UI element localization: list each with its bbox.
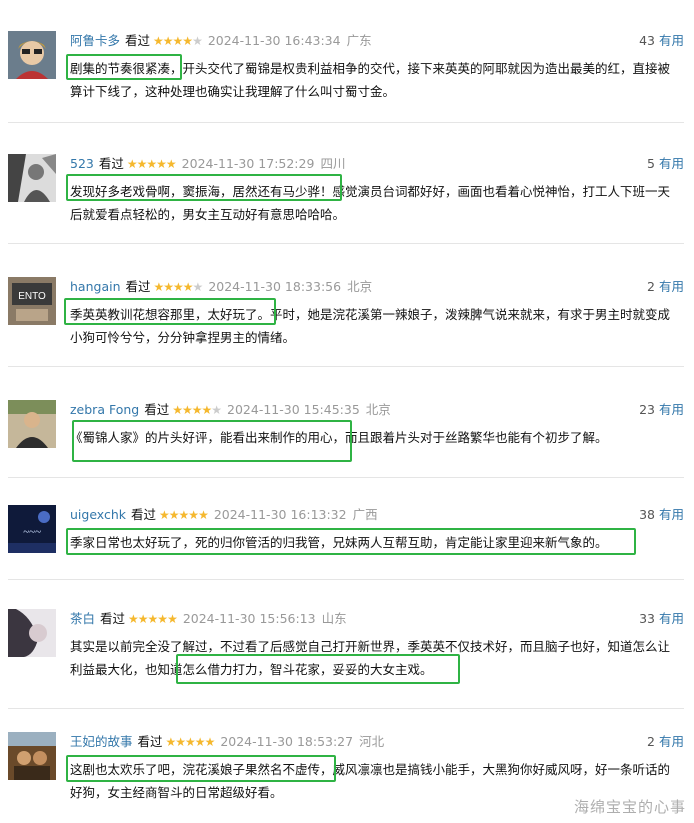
svg-text:ENTO: ENTO bbox=[18, 291, 46, 302]
username-link[interactable]: 阿鲁卡多 bbox=[70, 33, 120, 48]
useful-vote[interactable]: 33 有用 bbox=[639, 609, 684, 629]
review-time: 2024-11-30 15:56:13 bbox=[182, 611, 316, 626]
useful-vote[interactable]: 2 有用 bbox=[647, 732, 684, 752]
divider bbox=[8, 243, 684, 244]
watched-label: 看过 bbox=[144, 402, 170, 417]
username-link[interactable]: zebra Fong bbox=[70, 402, 139, 417]
divider bbox=[8, 122, 684, 123]
watched-label: 看过 bbox=[98, 156, 124, 171]
useful-button[interactable]: 有用 bbox=[659, 402, 684, 417]
avatar[interactable]: ~~~ bbox=[8, 505, 56, 553]
review-location: 河北 bbox=[359, 734, 385, 749]
star-rating: ★★★★★ bbox=[159, 508, 209, 522]
divider bbox=[8, 579, 684, 580]
review-location: 广东 bbox=[346, 33, 372, 48]
review-content: 其实是以前完全没了解过，不过看了后感觉自己打开新世界，季英英不仅技术好，而且脑子… bbox=[70, 639, 671, 677]
review-content: 《蜀锦人家》的片头好评，能看出来制作的用心，而且跟着片头对于丝路繁华也能有个初步… bbox=[70, 430, 608, 445]
review-content: 发现好多老戏骨啊，窦振海，居然还有马少骅！感觉演员台词都好好，画面也看着心悦神怡… bbox=[70, 184, 671, 222]
watermark: 海绵宝宝的心事 bbox=[573, 798, 686, 816]
review-location: 广西 bbox=[352, 507, 378, 522]
useful-button[interactable]: 有用 bbox=[659, 279, 684, 294]
useful-count: 2 bbox=[647, 734, 655, 749]
avatar[interactable] bbox=[8, 400, 56, 448]
useful-count: 43 bbox=[639, 33, 655, 48]
useful-vote[interactable]: 5 有用 bbox=[647, 154, 684, 174]
username-link[interactable]: hangain bbox=[70, 279, 121, 294]
review-meta: uigexchk 看过 ★★★★★ 2024-11-30 16:13:32 广西 bbox=[70, 505, 378, 525]
review-meta: hangain 看过 ★★★★★ 2024-11-30 18:33:56 北京 bbox=[70, 277, 372, 297]
useful-button[interactable]: 有用 bbox=[659, 611, 684, 626]
star-rating: ★★★★★ bbox=[153, 34, 203, 48]
review-content: 季家日常也太好玩了，死的归你管活的归我管，兄妹两人互帮互助，肯定能让家里迎来新气… bbox=[70, 535, 608, 550]
avatar[interactable] bbox=[8, 31, 56, 79]
watched-label: 看过 bbox=[100, 611, 126, 626]
useful-count: 38 bbox=[639, 507, 655, 522]
star-rating: ★★★★★ bbox=[172, 403, 222, 417]
review-location: 山东 bbox=[321, 611, 347, 626]
watched-label: 看过 bbox=[137, 734, 163, 749]
useful-button[interactable]: 有用 bbox=[659, 734, 684, 749]
username-link[interactable]: 523 bbox=[70, 156, 94, 171]
username-link[interactable]: uigexchk bbox=[70, 507, 126, 522]
useful-count: 33 bbox=[639, 611, 655, 626]
review-time: 2024-11-30 15:45:35 bbox=[227, 402, 360, 417]
watched-label: 看过 bbox=[125, 279, 151, 294]
avatar[interactable] bbox=[8, 609, 56, 657]
star-rating: ★★★★★ bbox=[128, 612, 178, 626]
review-time: 2024-11-30 16:13:32 bbox=[213, 507, 347, 522]
review-location: 北京 bbox=[365, 402, 391, 417]
useful-button[interactable]: 有用 bbox=[659, 156, 684, 171]
useful-count: 5 bbox=[647, 156, 655, 171]
useful-vote[interactable]: 23 有用 bbox=[639, 400, 684, 420]
useful-count: 2 bbox=[647, 279, 655, 294]
watched-label: 看过 bbox=[131, 507, 157, 522]
username-link[interactable]: 王妃的故事 bbox=[70, 734, 133, 749]
useful-vote[interactable]: 38 有用 bbox=[639, 505, 684, 525]
useful-button[interactable]: 有用 bbox=[659, 507, 684, 522]
review-time: 2024-11-30 17:52:29 bbox=[181, 156, 315, 171]
review-content: 剧集的节奏很紧凑，开头交代了蜀锦是权贵利益相争的交代，接下来英英的阿耶就因为造出… bbox=[70, 61, 671, 99]
username-link[interactable]: 茶白 bbox=[70, 611, 95, 626]
divider bbox=[8, 366, 684, 367]
review-content: 季英英教训花想容那里，太好玩了。平时，她是浣花溪第一辣娘子，泼辣脾气说来就来，有… bbox=[70, 307, 671, 345]
review-meta: 王妃的故事 看过 ★★★★★ 2024-11-30 18:53:27 河北 bbox=[70, 732, 384, 752]
review-time: 2024-11-30 16:43:34 bbox=[207, 33, 341, 48]
review-time: 2024-11-30 18:33:56 bbox=[208, 279, 342, 294]
useful-vote[interactable]: 43 有用 bbox=[639, 31, 684, 51]
star-rating: ★★★★★ bbox=[153, 280, 204, 294]
star-rating: ★★★★★ bbox=[165, 735, 216, 749]
review-meta: 茶白 看过 ★★★★★ 2024-11-30 15:56:13 山东 bbox=[70, 609, 347, 629]
useful-button[interactable]: 有用 bbox=[659, 33, 684, 48]
avatar[interactable]: ENTO bbox=[8, 277, 56, 325]
divider bbox=[8, 477, 684, 478]
useful-vote[interactable]: 2 有用 bbox=[647, 277, 684, 297]
avatar[interactable] bbox=[8, 732, 56, 780]
divider bbox=[8, 708, 684, 709]
review-location: 四川 bbox=[320, 156, 346, 171]
review-location: 北京 bbox=[347, 279, 373, 294]
review-meta: zebra Fong 看过 ★★★★★ 2024-11-30 15:45:35 北京 bbox=[70, 400, 391, 420]
svg-text:~~~: ~~~ bbox=[23, 526, 41, 538]
review-meta: 523 看过 ★★★★★ 2024-11-30 17:52:29 四川 bbox=[70, 154, 345, 174]
watched-label: 看过 bbox=[125, 33, 151, 48]
review-meta: 阿鲁卡多 看过 ★★★★★ 2024-11-30 16:43:34 广东 bbox=[70, 31, 372, 51]
star-rating: ★★★★★ bbox=[126, 157, 177, 171]
review-time: 2024-11-30 18:53:27 bbox=[220, 734, 354, 749]
useful-count: 23 bbox=[639, 402, 655, 417]
avatar[interactable] bbox=[8, 154, 56, 202]
